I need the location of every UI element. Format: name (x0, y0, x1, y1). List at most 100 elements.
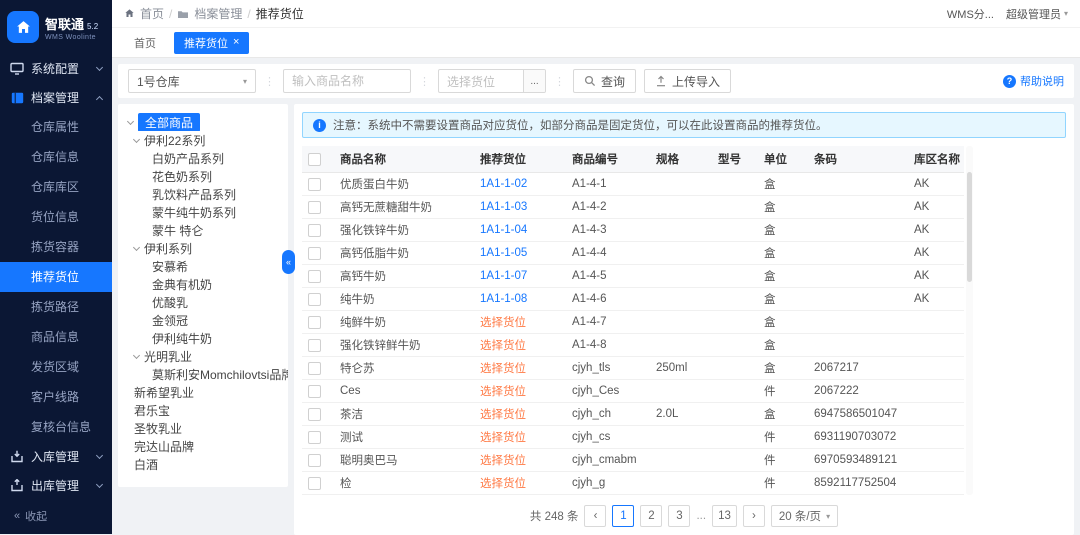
row-checkbox[interactable] (308, 430, 321, 444)
cell-spec (650, 218, 712, 242)
tree-item[interactable]: 伊利纯牛奶 (118, 329, 288, 347)
location-more-button[interactable]: ... (523, 70, 545, 92)
row-checkbox[interactable] (308, 200, 321, 214)
select-location-link[interactable]: 选择货位 (480, 478, 526, 490)
tree-item-label: 白奶产品系列 (152, 151, 225, 166)
search-button[interactable]: 查询 (573, 69, 637, 93)
sidebar-subitem-商品信息[interactable]: 商品信息 (0, 322, 112, 352)
pagination-page-button-2[interactable]: 2 (640, 505, 663, 527)
cell-model (712, 356, 758, 380)
select-location-link[interactable]: 选择货位 (480, 409, 526, 421)
cell-spec (650, 172, 712, 196)
row-checkbox[interactable] (308, 338, 321, 352)
tree-item[interactable]: 金典有机奶 (118, 275, 288, 293)
row-checkbox[interactable] (308, 361, 321, 375)
tab-推荐货位[interactable]: 推荐货位 × (174, 31, 250, 54)
help-link[interactable]: ? 帮助说明 (1003, 73, 1064, 89)
row-checkbox[interactable] (308, 407, 321, 421)
breadcrumb-item[interactable]: 档案管理 (194, 5, 242, 22)
cell-barcode (808, 287, 908, 311)
sidebar-subitem-复核台信息[interactable]: 复核台信息 (0, 412, 112, 442)
tab-首页[interactable]: 首页 (124, 32, 166, 54)
tree-item[interactable]: 圣牧乳业 (118, 419, 288, 437)
sidebar-item-archive[interactable]: 档案管理 (0, 83, 112, 112)
tree-item[interactable]: 蒙牛纯牛奶系列 (118, 203, 288, 221)
sidebar-subitem-发货区域[interactable]: 发货区域 (0, 352, 112, 382)
tab-close-icon[interactable]: × (233, 37, 239, 48)
tree-item[interactable]: 伊利系列 (118, 239, 288, 257)
select-location-link[interactable]: 选择货位 (480, 317, 526, 329)
select-location-link[interactable]: 选择货位 (480, 432, 526, 444)
table-scrollbar[interactable] (966, 146, 973, 495)
tree-item[interactable]: 金领冠 (118, 311, 288, 329)
row-checkbox[interactable] (308, 292, 321, 306)
menu-label: 系统配置 (31, 62, 80, 76)
tree-item[interactable]: 新希望乳业 (118, 383, 288, 401)
cell-spec (650, 425, 712, 449)
pagination-page-button-3[interactable]: 3 (668, 505, 691, 527)
row-checkbox[interactable] (308, 476, 321, 490)
tree-item[interactable]: 莫斯利安Momchilovtsi品牌 (118, 365, 288, 383)
row-checkbox-cell (302, 333, 334, 357)
tree-item[interactable]: 全部商品 (118, 113, 288, 131)
tree-item[interactable]: 君乐宝 (118, 401, 288, 419)
location-link[interactable]: 1A1-1-02 (480, 178, 527, 190)
upload-import-button[interactable]: 上传导入 (644, 69, 732, 93)
sidebar-item-system-config[interactable]: 系统配置 (0, 54, 112, 83)
product-name-input[interactable] (283, 69, 411, 93)
sidebar-subitem-货位信息[interactable]: 货位信息 (0, 202, 112, 232)
location-link[interactable]: 1A1-1-08 (480, 293, 527, 305)
pagination-next-button[interactable]: › (742, 505, 765, 527)
user-menu[interactable]: 超级管理员 ▾ (1006, 6, 1068, 22)
breadcrumb-item[interactable]: 首页 (140, 5, 164, 22)
panel-collapse-handle[interactable]: « (282, 250, 295, 274)
tree-item[interactable]: 优酸乳 (118, 293, 288, 311)
sidebar-subitem-仓库信息[interactable]: 仓库信息 (0, 142, 112, 172)
row-checkbox[interactable] (308, 246, 321, 260)
sidebar-collapse-button[interactable]: « 收起 (0, 500, 112, 534)
tree-item[interactable]: 白奶产品系列 (118, 149, 288, 167)
breadcrumb-item[interactable]: 推荐货位 (256, 5, 304, 22)
tree-item[interactable]: 蒙牛 特仑 (118, 221, 288, 239)
pagination-page-button-1[interactable]: 1 (612, 505, 635, 527)
row-checkbox[interactable] (308, 269, 321, 283)
sidebar-item-outbound[interactable]: 出库管理 (0, 471, 112, 500)
sidebar-subitem-仓库属性[interactable]: 仓库属性 (0, 112, 112, 142)
select-all-checkbox[interactable] (308, 152, 321, 166)
page-size-select[interactable]: 20 条/页 ▾ (770, 505, 839, 527)
select-location-link[interactable]: 选择货位 (480, 386, 526, 398)
tree-item[interactable]: 安慕希 (118, 257, 288, 275)
pagination-prev-button[interactable]: ‹ (584, 505, 607, 527)
tree-item[interactable]: 完达山品牌 (118, 437, 288, 455)
tree-item[interactable]: 花色奶系列 (118, 167, 288, 185)
tree-item[interactable]: 伊利22系列 (118, 131, 288, 149)
row-checkbox[interactable] (308, 177, 321, 191)
sidebar-subitem-推荐货位[interactable]: 推荐货位 (0, 262, 112, 292)
sidebar-subitem-拣货容器[interactable]: 拣货容器 (0, 232, 112, 262)
location-link[interactable]: 1A1-1-03 (480, 201, 527, 213)
row-checkbox[interactable] (308, 384, 321, 398)
scrollbar-thumb[interactable] (967, 172, 972, 282)
select-location-link[interactable]: 选择货位 (480, 340, 526, 352)
sidebar-subitem-仓库库区[interactable]: 仓库库区 (0, 172, 112, 202)
sidebar-item-inbound[interactable]: 入库管理 (0, 442, 112, 471)
pagination-page-button-13[interactable]: 13 (712, 505, 737, 527)
tree-item[interactable]: 白酒 (118, 455, 288, 473)
row-checkbox[interactable] (308, 453, 321, 467)
tree-item[interactable]: 乳饮料产品系列 (118, 185, 288, 203)
cell-barcode: 6970593489121 (808, 448, 908, 472)
tree-item[interactable]: 光明乳业 (118, 347, 288, 365)
cell-model (712, 333, 758, 357)
select-location-link[interactable]: 选择货位 (480, 363, 526, 375)
sidebar-subitem-拣货路径[interactable]: 拣货路径 (0, 292, 112, 322)
sidebar-subitem-客户线路[interactable]: 客户线路 (0, 382, 112, 412)
select-location-link[interactable]: 选择货位 (480, 455, 526, 467)
cell-unit: 件 (758, 471, 808, 495)
warehouse-select[interactable]: 1号仓库 ▾ (128, 69, 256, 93)
row-checkbox[interactable] (308, 315, 321, 329)
row-checkbox[interactable] (308, 223, 321, 237)
location-picker[interactable]: 选择货位 ... (438, 69, 546, 93)
location-link[interactable]: 1A1-1-07 (480, 270, 527, 282)
location-link[interactable]: 1A1-1-05 (480, 247, 527, 259)
location-link[interactable]: 1A1-1-04 (480, 224, 527, 236)
